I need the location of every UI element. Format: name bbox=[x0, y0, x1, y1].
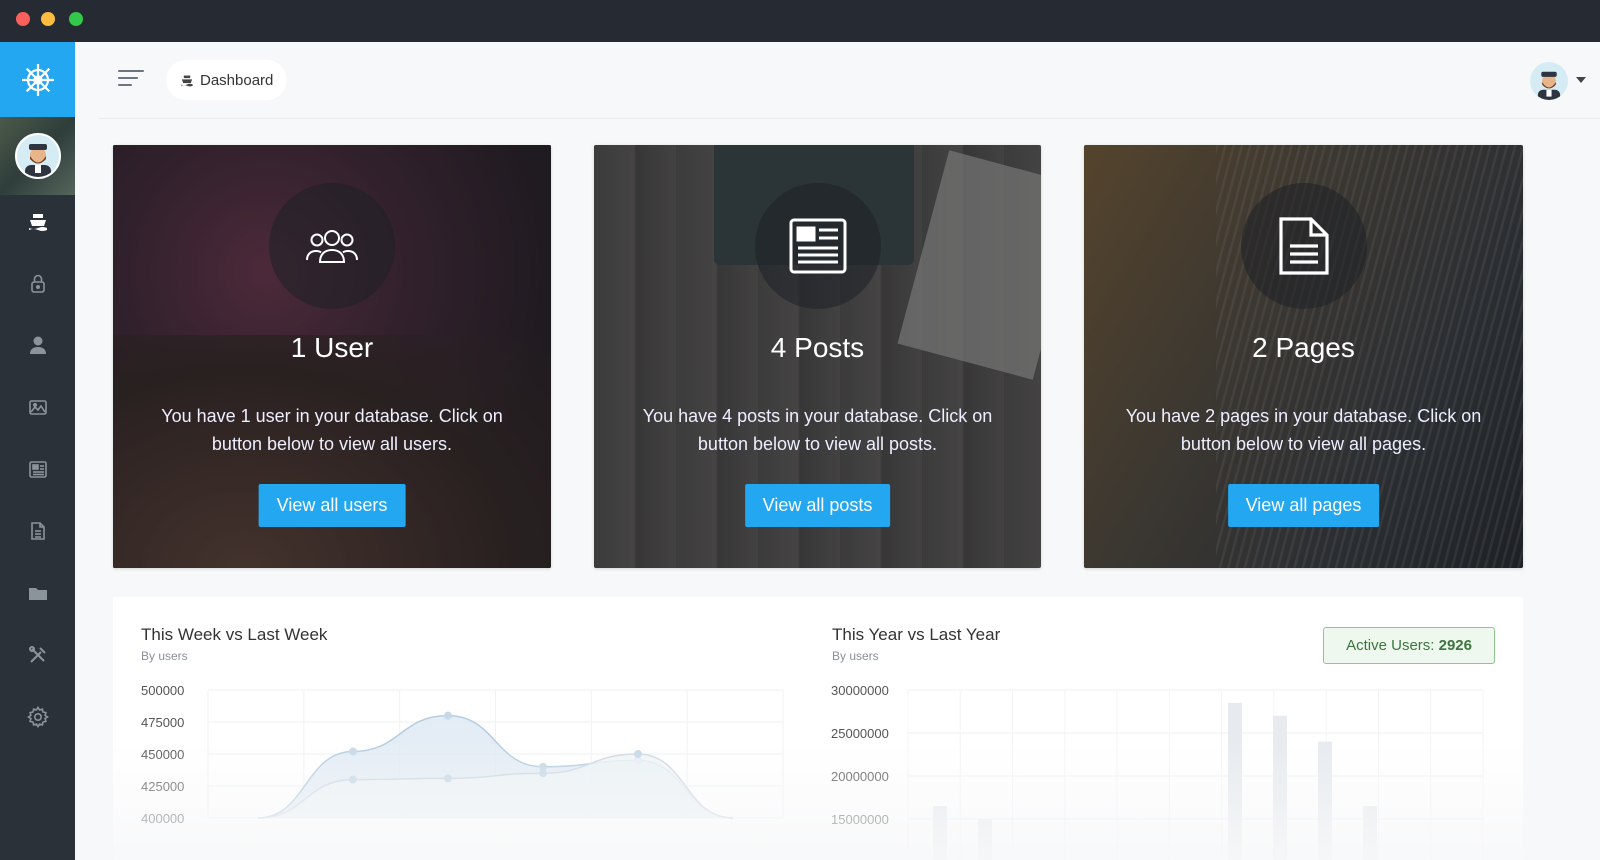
active-users-value: 2926 bbox=[1438, 637, 1472, 654]
data-point bbox=[539, 769, 547, 778]
close-window-button[interactable] bbox=[16, 12, 30, 26]
card-title: 4 Posts bbox=[770, 332, 865, 363]
chevron-down-icon[interactable] bbox=[1576, 77, 1586, 83]
bar bbox=[1228, 702, 1242, 860]
maximize-window-button[interactable] bbox=[69, 12, 83, 26]
sidebar-item-roles[interactable] bbox=[0, 259, 75, 307]
card-icon-circle bbox=[269, 183, 395, 309]
card-description: You have 1 user in your database. Click … bbox=[161, 406, 503, 454]
y-tick-label: 400000 bbox=[141, 811, 184, 826]
card-description: You have 4 posts in your database. Click… bbox=[642, 406, 993, 454]
main-content: Dashboard 1 User You have 1 user in your… bbox=[75, 42, 1600, 860]
sidebar-item-dashboard[interactable] bbox=[0, 197, 75, 245]
news-icon bbox=[28, 461, 47, 478]
tools-icon bbox=[28, 646, 46, 663]
week-chart-subtitle: By users bbox=[141, 649, 188, 663]
hamburger-menu-icon[interactable] bbox=[118, 70, 144, 90]
bar bbox=[1273, 715, 1287, 860]
boat-icon bbox=[28, 214, 47, 231]
boat-icon bbox=[181, 75, 193, 87]
data-point bbox=[349, 747, 357, 756]
card-title: 1 User bbox=[290, 332, 374, 363]
users-card: 1 User You have 1 user in your database.… bbox=[113, 145, 551, 568]
user-icon bbox=[29, 336, 46, 354]
y-tick-label: 30000000 bbox=[831, 683, 889, 698]
week-chart-title: This Week vs Last Week bbox=[141, 625, 328, 644]
data-point bbox=[444, 774, 452, 783]
view-all-users-button[interactable]: View all users bbox=[258, 484, 406, 527]
breadcrumb-label: Dashboard bbox=[200, 71, 274, 89]
helm-logo-icon[interactable] bbox=[0, 42, 75, 117]
year-chart: 30000000 25000000 20000000 15000000 bbox=[831, 683, 1484, 860]
pages-card: 2 Pages You have 2 pages in your databas… bbox=[1084, 145, 1523, 568]
bar bbox=[1363, 806, 1377, 860]
y-tick-label: 450000 bbox=[141, 747, 184, 762]
images-icon bbox=[28, 400, 47, 415]
sidebar bbox=[0, 42, 75, 860]
gear-icon bbox=[26, 706, 49, 728]
bar bbox=[933, 806, 947, 860]
y-tick-label: 20000000 bbox=[831, 769, 889, 784]
window-titlebar bbox=[0, 0, 1600, 42]
document-icon bbox=[1278, 217, 1329, 275]
view-all-posts-button[interactable]: View all posts bbox=[744, 484, 891, 527]
y-tick-label: 15000000 bbox=[831, 812, 889, 827]
group-users-icon bbox=[306, 230, 358, 263]
active-users-badge: Active Users: 2926 bbox=[1323, 627, 1495, 664]
card-icon-circle bbox=[754, 183, 881, 309]
year-chart-subtitle: By users bbox=[832, 649, 879, 663]
y-tick-label: 500000 bbox=[141, 683, 184, 698]
card-icon-circle bbox=[1240, 183, 1367, 309]
folder-icon bbox=[28, 588, 47, 600]
sidebar-profile[interactable] bbox=[0, 117, 75, 195]
avatar bbox=[14, 133, 61, 179]
document-icon bbox=[30, 522, 45, 540]
card-description: You have 2 pages in your database. Click… bbox=[1125, 406, 1482, 454]
sidebar-item-pages[interactable] bbox=[0, 507, 75, 555]
sidebar-item-categories[interactable] bbox=[0, 569, 75, 617]
analytics-panel: This Week vs Last Week By users This Yea… bbox=[113, 597, 1523, 860]
profile-avatar[interactable] bbox=[1530, 62, 1568, 100]
sidebar-item-settings[interactable] bbox=[0, 693, 75, 741]
newspaper-icon bbox=[789, 218, 846, 274]
active-users-label: Active Users: bbox=[1346, 637, 1435, 654]
y-tick-label: 425000 bbox=[141, 779, 184, 794]
sidebar-item-media[interactable] bbox=[0, 383, 75, 431]
y-tick-label: 25000000 bbox=[831, 726, 889, 741]
minimize-window-button[interactable] bbox=[41, 12, 55, 26]
card-title: 2 Pages bbox=[1252, 332, 1355, 363]
week-chart: 500000 475000 450000 425000 400000 bbox=[141, 683, 784, 826]
breadcrumb[interactable]: Dashboard bbox=[166, 60, 288, 100]
lock-icon bbox=[30, 274, 45, 293]
data-point bbox=[634, 750, 642, 758]
bar bbox=[978, 819, 992, 860]
y-tick-label: 475000 bbox=[141, 715, 184, 730]
bar bbox=[1318, 741, 1332, 860]
year-chart-title: This Year vs Last Year bbox=[832, 625, 1001, 644]
sidebar-item-tools[interactable] bbox=[0, 631, 75, 679]
top-navbar: Dashboard bbox=[98, 42, 1600, 119]
sidebar-item-users[interactable] bbox=[0, 321, 75, 369]
sidebar-item-posts[interactable] bbox=[0, 445, 75, 493]
posts-card: 4 Posts You have 4 posts in your databas… bbox=[594, 145, 1041, 568]
data-point bbox=[444, 711, 452, 720]
view-all-pages-button[interactable]: View all pages bbox=[1227, 484, 1380, 527]
data-point bbox=[349, 775, 357, 784]
